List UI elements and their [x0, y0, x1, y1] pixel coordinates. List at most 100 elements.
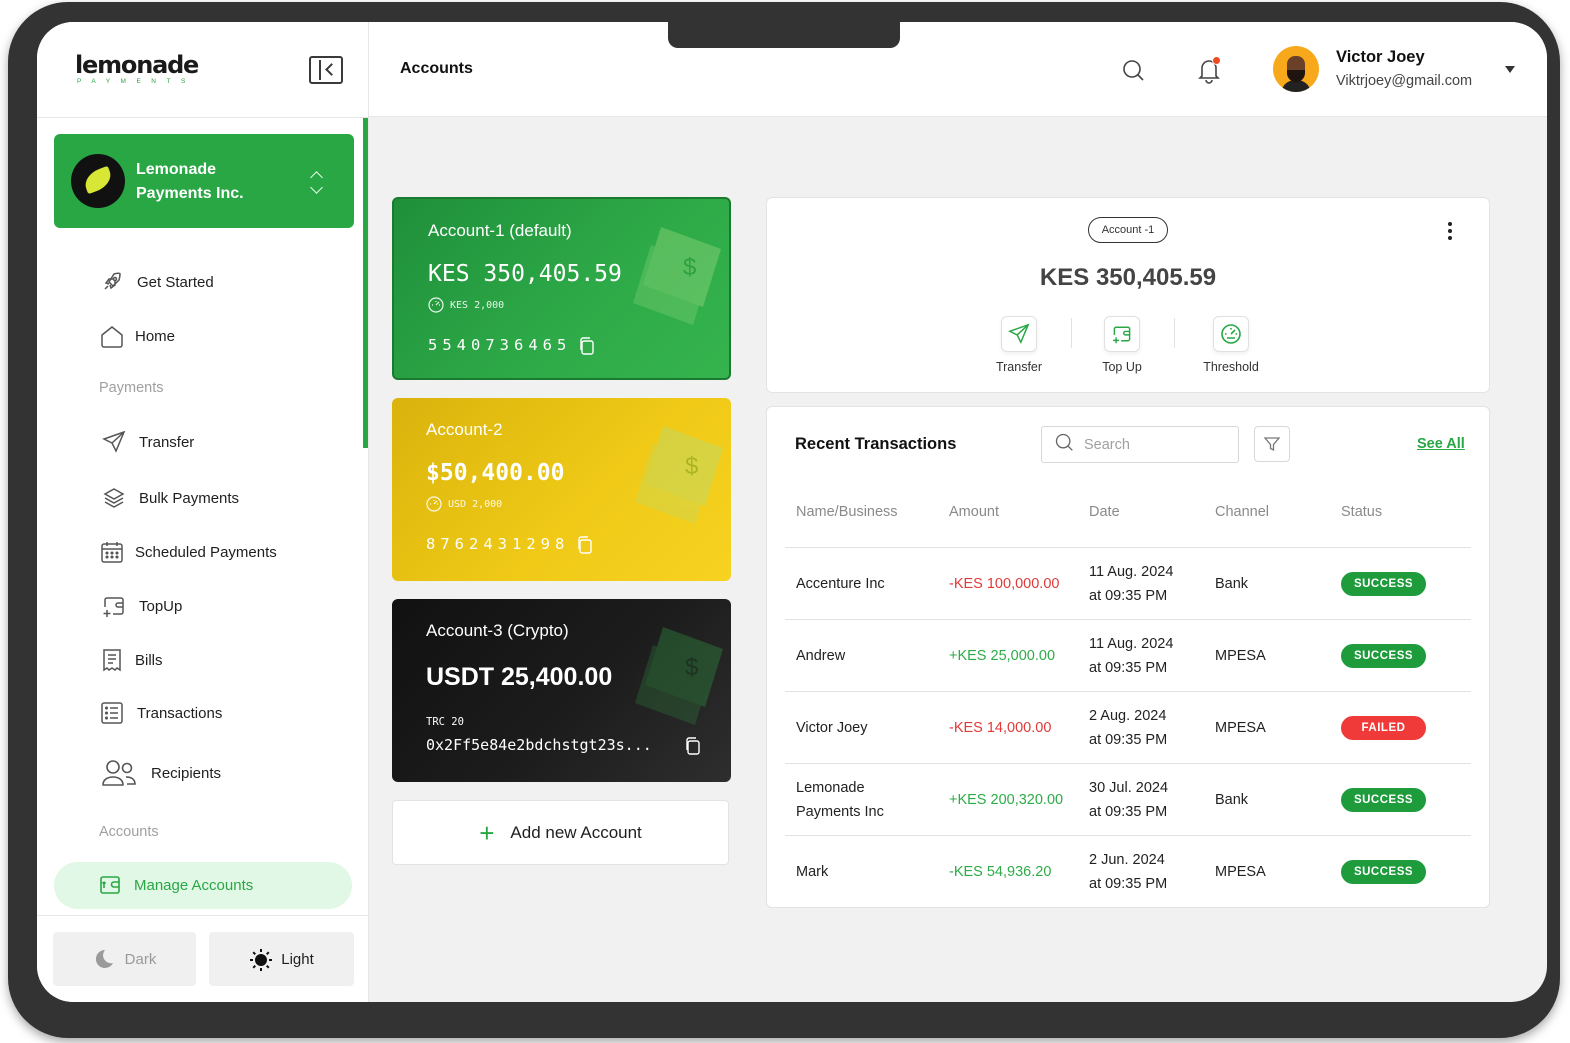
gauge-icon	[1213, 316, 1249, 352]
sidebar-item-label: Manage Accounts	[134, 877, 254, 894]
section-title: Recent Transactions	[795, 435, 957, 453]
app-screen: lemonade PAYMENTS Lemonade Payments Inc.…	[37, 22, 1547, 1002]
account-card-2[interactable]: $ Account-2 $50,400.00 USD 2,000 8762431…	[392, 398, 731, 581]
filter-button[interactable]	[1254, 426, 1290, 462]
column-header-name[interactable]: Name/Business	[796, 504, 898, 520]
cell-amount: +KES 200,320.00	[949, 792, 1064, 808]
device-notch	[668, 20, 900, 48]
copy-icon[interactable]	[578, 337, 596, 355]
sidebar-item-label: Transactions	[137, 704, 223, 722]
top-header: Accounts Victor Joey Viktrjoey@gmail.com	[369, 22, 1547, 117]
sidebar-item-label: Get Started	[137, 273, 214, 291]
transfer-action-button[interactable]: Transfer	[974, 316, 1064, 374]
logo-wordmark: lemonade	[75, 51, 199, 79]
cell-channel: Bank	[1215, 576, 1249, 592]
sidebar-item-get-started[interactable]: Get Started	[99, 269, 214, 295]
sidebar-item-label: Transfer	[139, 433, 195, 451]
sidebar-item-home[interactable]: Home	[99, 323, 175, 349]
account-balance: USDT 25,400.00	[426, 663, 613, 691]
divider	[1174, 318, 1175, 348]
column-header-date[interactable]: Date	[1089, 504, 1120, 520]
send-icon	[1001, 316, 1037, 352]
sidebar-item-bills[interactable]: Bills	[99, 647, 163, 673]
cell-date: 2 Jun. 2024	[1089, 852, 1165, 868]
account-pill[interactable]: Account -1	[1088, 217, 1168, 243]
column-header-channel[interactable]: Channel	[1215, 504, 1269, 520]
threshold-action-button[interactable]: Threshold	[1186, 316, 1276, 374]
cell-name: Andrew	[796, 648, 846, 664]
user-email: Viktrjoey@gmail.com	[1336, 73, 1473, 89]
account-threshold: KES 2,000	[428, 297, 504, 313]
action-label: Threshold	[1203, 360, 1259, 374]
theme-light-button[interactable]: Light	[209, 932, 354, 986]
org-switcher[interactable]: Lemonade Payments Inc.	[54, 134, 354, 228]
sidebar-item-label: Bills	[135, 651, 163, 669]
table-row[interactable]: Accenture Inc -KES 100,000.00 11 Aug. 2024…	[785, 548, 1471, 620]
sidebar-item-bulk-payments[interactable]: Bulk Payments	[101, 485, 239, 511]
sidebar-item-manage-accounts[interactable]: Manage Accounts	[54, 862, 352, 909]
copy-icon[interactable]	[576, 536, 594, 554]
filter-icon	[1264, 437, 1280, 452]
copy-icon[interactable]	[684, 737, 702, 755]
list-icon	[99, 700, 125, 726]
account-number: 8762431298	[426, 535, 570, 553]
cell-amount: +KES 25,000.00	[949, 648, 1056, 664]
crypto-network: TRC 20	[426, 716, 464, 728]
sidebar: lemonade PAYMENTS Lemonade Payments Inc.…	[37, 22, 369, 1002]
account-card-3[interactable]: $ Account-3 (Crypto) USDT 25,400.00 TRC …	[392, 599, 731, 782]
account-name: Account-3 (Crypto)	[426, 621, 569, 640]
brand-logo[interactable]: lemonade PAYMENTS	[75, 51, 199, 86]
collapse-sidebar-button[interactable]	[309, 56, 343, 84]
threshold-value: KES 2,000	[450, 299, 505, 311]
cell-channel: MPESA	[1215, 720, 1266, 736]
divider	[37, 915, 369, 916]
add-account-label: Add new Account	[510, 822, 642, 842]
sidebar-item-transactions[interactable]: Transactions	[99, 700, 222, 726]
column-header-amount[interactable]: Amount	[949, 504, 999, 520]
cell-name: Mark	[796, 864, 829, 880]
see-all-link[interactable]: See All	[1417, 436, 1465, 452]
search-icon[interactable]	[1121, 58, 1145, 82]
layers-icon	[101, 485, 127, 511]
avatar[interactable]	[1273, 46, 1319, 92]
status-badge: SUCCESS	[1341, 644, 1426, 668]
search-box[interactable]	[1041, 426, 1239, 463]
search-input[interactable]	[1084, 436, 1224, 453]
cell-date: 11 Aug. 2024	[1089, 636, 1174, 652]
sidebar-item-transfer[interactable]: Transfer	[101, 429, 194, 455]
table-row[interactable]: Mark -KES 54,936.20 2 Jun. 2024 at 09:35 PM…	[785, 836, 1471, 908]
topup-action-button[interactable]: Top Up	[1077, 316, 1167, 374]
sidebar-item-scheduled-payments[interactable]: Scheduled Payments	[99, 539, 277, 565]
more-options-icon[interactable]	[1447, 222, 1453, 244]
cell-channel: MPESA	[1215, 864, 1266, 880]
lemon-logo-icon	[81, 165, 115, 195]
notification-dot	[1212, 56, 1221, 65]
send-icon	[101, 429, 127, 455]
account-card-1[interactable]: $ Account-1 (default) KES 350,405.59 KES…	[392, 197, 731, 380]
cell-date: 30 Jul. 2024	[1089, 780, 1169, 796]
cell-amount: -KES 100,000.00	[949, 576, 1060, 592]
theme-dark-button[interactable]: Dark	[53, 932, 196, 986]
account-balance: KES 350,405.59	[428, 261, 622, 287]
cell-channel: Bank	[1215, 792, 1249, 808]
cell-date: 11 Aug. 2024	[1089, 564, 1174, 580]
cell-time: at 09:35 PM	[1089, 660, 1168, 676]
gauge-icon	[426, 496, 442, 512]
home-icon	[99, 323, 125, 349]
receipt-icon	[99, 647, 125, 673]
table-row[interactable]: Andrew +KES 25,000.00 11 Aug. 2024 at 09:35…	[785, 620, 1471, 692]
table-row[interactable]: Victor Joey -KES 14,000.00 2 Aug. 2024 at 0…	[785, 692, 1471, 764]
sidebar-item-label: Home	[135, 327, 176, 345]
sidebar-item-topup[interactable]: TopUp	[101, 593, 182, 619]
sidebar-item-recipients[interactable]: Recipients	[101, 758, 221, 788]
add-account-button[interactable]: + Add new Account	[392, 800, 729, 865]
notification-bell-icon[interactable]	[1195, 56, 1223, 84]
table-row[interactable]: Lemonade Payments Inc +KES 200,320.00 30 J…	[785, 764, 1471, 836]
cell-amount: -KES 54,936.20	[949, 864, 1052, 880]
svg-text:$: $	[683, 254, 696, 281]
sidebar-scrollbar[interactable]	[363, 118, 368, 448]
money-icon: $	[633, 227, 721, 325]
caret-down-icon[interactable]	[1505, 66, 1515, 73]
wallet-switch-icon	[98, 873, 124, 899]
column-header-status[interactable]: Status	[1341, 504, 1382, 520]
